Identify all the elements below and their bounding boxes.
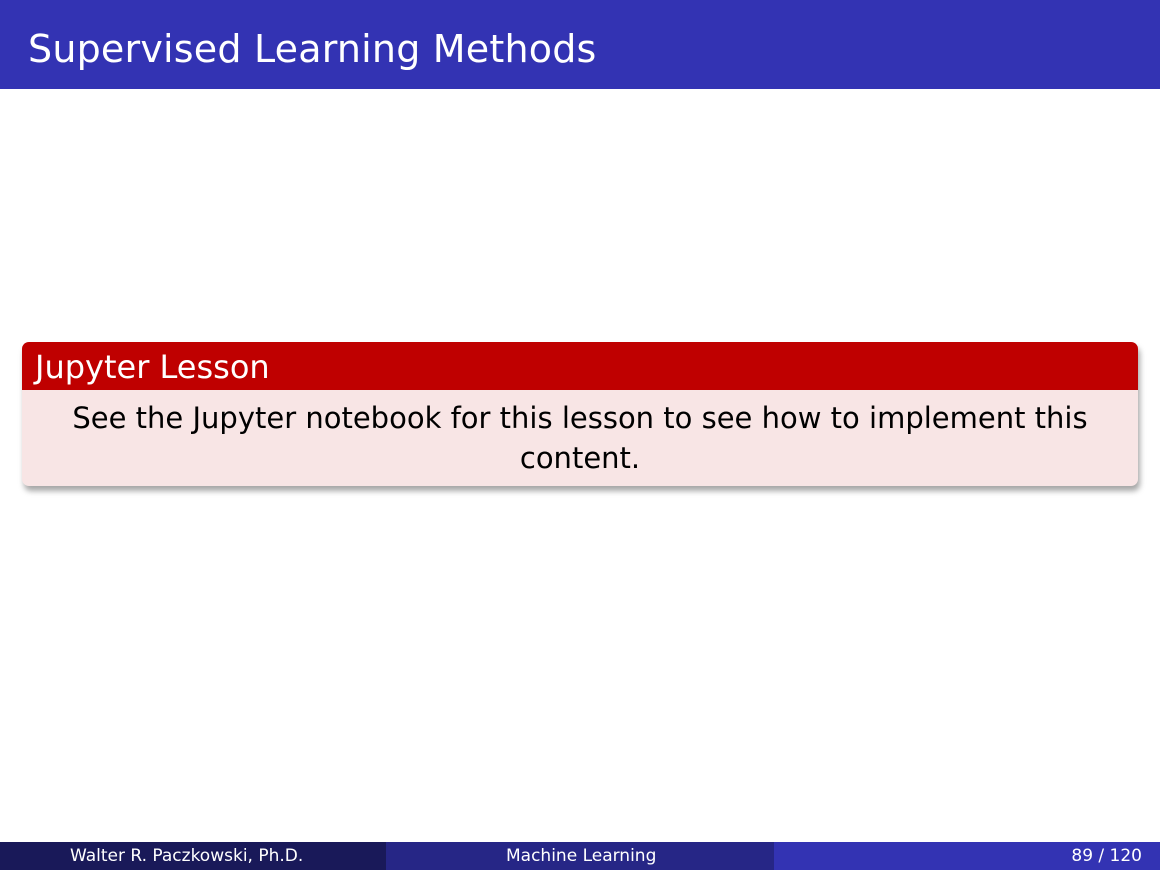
footer-author-cell: Walter R. Paczkowski, Ph.D. [0,842,386,870]
footer-course: Machine Learning [506,846,657,866]
block-title: Jupyter Lesson [35,348,270,386]
block-body-text: See the Jupyter notebook for this lesson… [72,401,1088,475]
slide-title-bar: Supervised Learning Methods [0,0,1160,89]
jupyter-lesson-block: Jupyter Lesson See the Jupyter notebook … [22,342,1138,486]
block-header: Jupyter Lesson [22,342,1138,390]
footer-course-cell: Machine Learning [386,842,774,870]
slide-title: Supervised Learning Methods [28,27,597,71]
slide-footer: Walter R. Paczkowski, Ph.D. Machine Lear… [0,842,1160,870]
page-number: 89 / 120 [1071,846,1142,866]
footer-author: Walter R. Paczkowski, Ph.D. [70,846,304,866]
footer-page-cell: 89 / 120 [774,842,1160,870]
